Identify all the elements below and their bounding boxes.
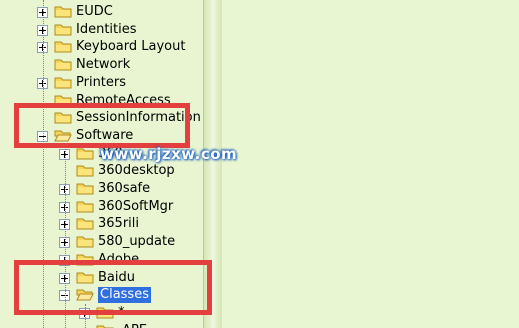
tree-item-label[interactable]: Identities: [76, 22, 137, 38]
watermark-text: www.rjzxw.com: [100, 145, 238, 163]
folder-icon: [76, 200, 94, 213]
tree-item-label[interactable]: Printers: [76, 75, 126, 91]
tree-item[interactable]: 360desktop: [0, 162, 203, 180]
folder-icon: [76, 235, 94, 248]
values-pane[interactable]: [222, 0, 519, 328]
folder-icon: [54, 58, 72, 71]
tree-item-label[interactable]: 580_update: [98, 234, 175, 250]
tree-item[interactable]: Printers: [0, 74, 203, 92]
classes-highlight-box: [14, 260, 212, 315]
folder-icon: [54, 40, 72, 53]
tree-item-label[interactable]: 365rili: [98, 216, 139, 232]
tree-item-label[interactable]: .APE: [118, 323, 147, 328]
tree-item[interactable]: Identities: [0, 21, 203, 39]
folder-icon: [76, 217, 94, 230]
tree-item-label[interactable]: 360safe: [98, 181, 150, 197]
folder-icon: [54, 5, 72, 18]
folder-icon: [54, 23, 72, 36]
tree-item[interactable]: 580_update: [0, 233, 203, 251]
tree-item[interactable]: 360safe: [0, 180, 203, 198]
folder-icon: [54, 76, 72, 89]
tree-item[interactable]: 365rili: [0, 215, 203, 233]
folder-icon: [96, 324, 114, 328]
folder-icon: [76, 147, 94, 160]
tree-item[interactable]: 360SoftMgr: [0, 198, 203, 216]
tree-item-label[interactable]: Network: [76, 57, 130, 73]
tree-item-label[interactable]: EUDC: [76, 4, 113, 20]
tree-item[interactable]: EUDC: [0, 3, 203, 21]
tree-item[interactable]: .APE: [0, 322, 203, 328]
folder-icon: [76, 182, 94, 195]
tree-item[interactable]: Keyboard Layout: [0, 38, 203, 56]
folder-icon: [76, 164, 94, 177]
tree-item-label[interactable]: Keyboard Layout: [76, 39, 185, 55]
tree-item[interactable]: Network: [0, 56, 203, 74]
software-highlight-box: [14, 103, 190, 148]
tree-item-label[interactable]: 360SoftMgr: [98, 199, 173, 215]
tree-item-label[interactable]: 360desktop: [98, 163, 175, 179]
